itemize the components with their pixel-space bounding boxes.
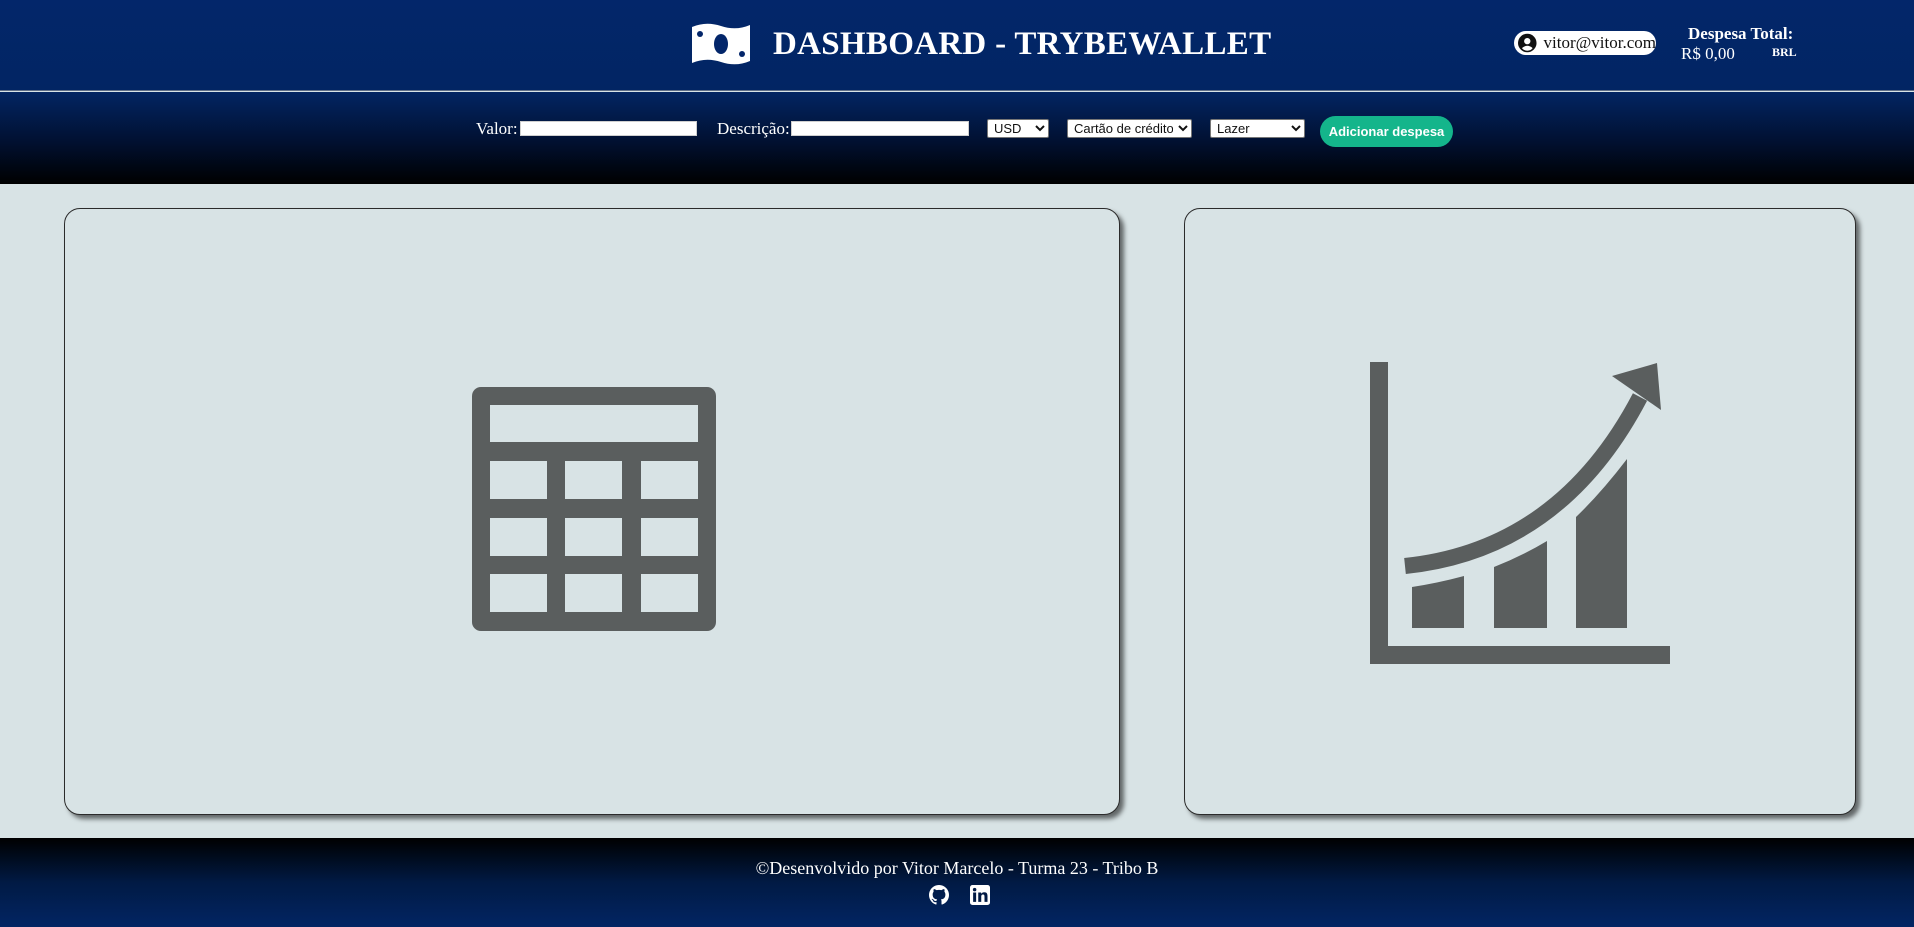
value-label: Valor: xyxy=(476,119,518,138)
tag-select[interactable]: Lazer xyxy=(1210,119,1305,138)
chart-line-up-icon xyxy=(1370,362,1670,664)
total-expense-label: Despesa Total: xyxy=(1688,24,1794,43)
linkedin-icon[interactable] xyxy=(970,885,990,905)
total-expense: Despesa Total: R$ 0,00 BRL xyxy=(1676,24,1800,68)
brand: DASHBOARD - TRYBEWALLET xyxy=(690,20,1271,68)
expense-form: Valor: Descrição: USD Cartão de crédito … xyxy=(0,92,1914,184)
expense-form-row: Valor: Descrição: USD Cartão de crédito … xyxy=(0,116,1914,147)
app-footer: ©Desenvolvido por Vitor Marcelo - Turma … xyxy=(0,838,1914,927)
value-input[interactable] xyxy=(520,121,697,136)
description-input[interactable] xyxy=(791,121,969,136)
footer-credit: ©Desenvolvido por Vitor Marcelo - Turma … xyxy=(755,858,1159,878)
user-email: vitor@vitor.com xyxy=(1543,33,1656,52)
payment-method-select[interactable]: Cartão de crédito xyxy=(1067,119,1192,138)
currency-select[interactable]: USD xyxy=(987,119,1049,138)
page-title: DASHBOARD - TRYBEWALLET xyxy=(773,25,1272,62)
github-icon[interactable] xyxy=(929,885,949,905)
total-expense-currency: BRL xyxy=(1772,45,1797,59)
description-label: Descrição: xyxy=(717,119,790,138)
money-bill-icon xyxy=(692,23,750,65)
app-header: DASHBOARD - TRYBEWALLET vitor@vitor.com … xyxy=(0,0,1914,91)
expenses-table-card[interactable] xyxy=(64,208,1120,815)
user-badge: vitor@vitor.com xyxy=(1514,31,1656,55)
total-expense-value: R$ 0,00 xyxy=(1681,44,1735,63)
table-grid-icon xyxy=(472,387,716,631)
expenses-chart-card[interactable] xyxy=(1184,208,1856,815)
add-expense-button[interactable]: Adicionar despesa xyxy=(1320,116,1453,147)
user-circle-icon xyxy=(1518,33,1537,53)
